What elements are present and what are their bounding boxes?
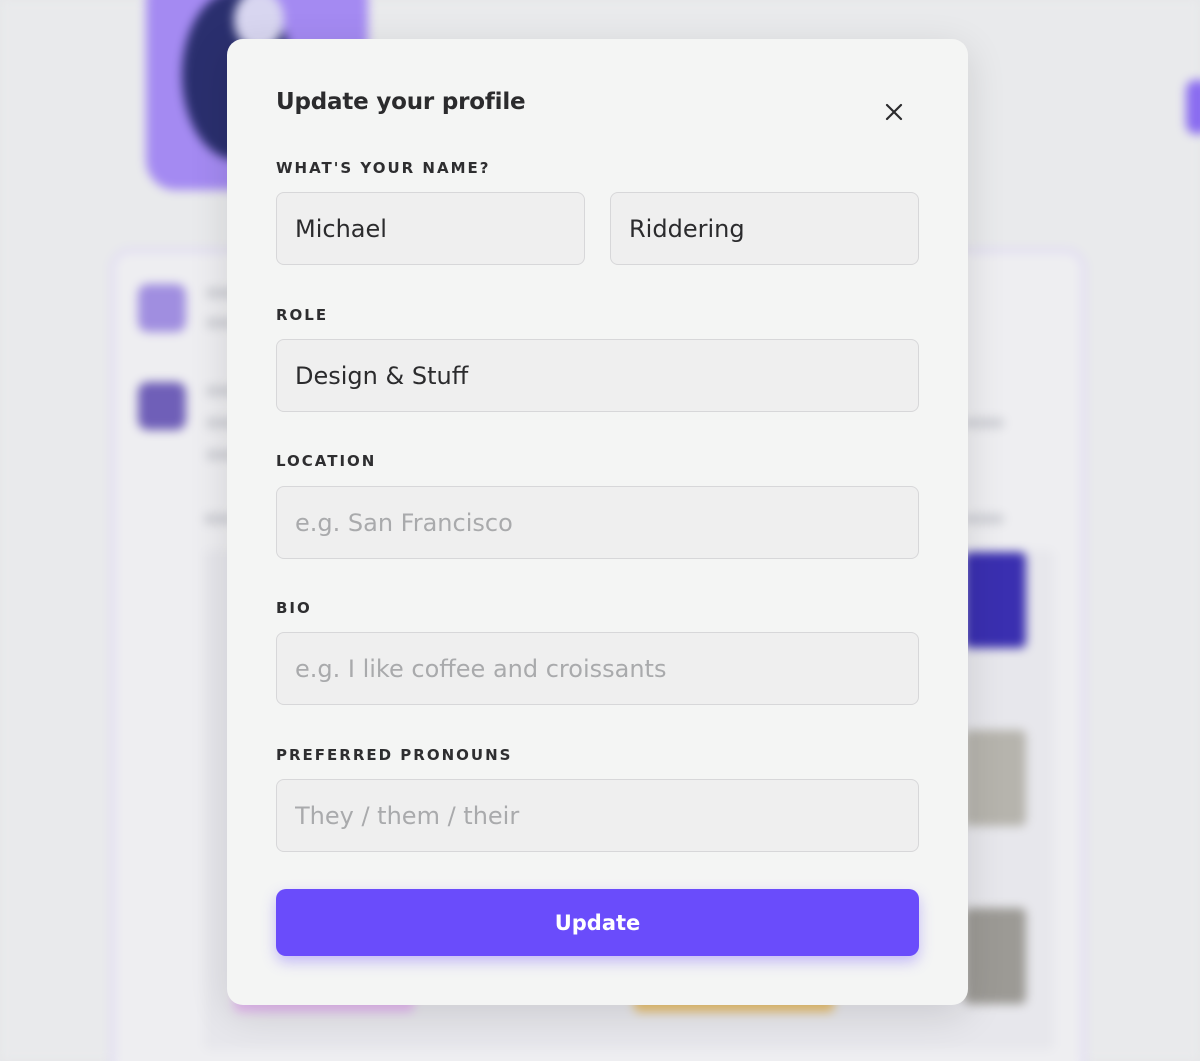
close-icon [885, 103, 903, 121]
close-button[interactable] [879, 97, 909, 127]
name-label: WHAT'S YOUR NAME? [276, 159, 491, 177]
last-name-input[interactable] [610, 192, 919, 265]
pronouns-input[interactable] [276, 779, 919, 852]
role-input[interactable] [276, 339, 919, 412]
location-label: LOCATION [276, 452, 377, 470]
background-chip [1186, 80, 1200, 134]
pronouns-label: PREFERRED PRONOUNS [276, 746, 513, 764]
modal-title: Update your profile [276, 89, 526, 115]
bio-input[interactable] [276, 632, 919, 705]
location-input[interactable] [276, 486, 919, 559]
bio-label: BIO [276, 599, 312, 617]
role-label: ROLE [276, 306, 329, 324]
update-profile-modal: Update your profile WHAT'S YOUR NAME? RO… [227, 39, 968, 1005]
update-button[interactable]: Update [276, 889, 919, 956]
first-name-input[interactable] [276, 192, 585, 265]
